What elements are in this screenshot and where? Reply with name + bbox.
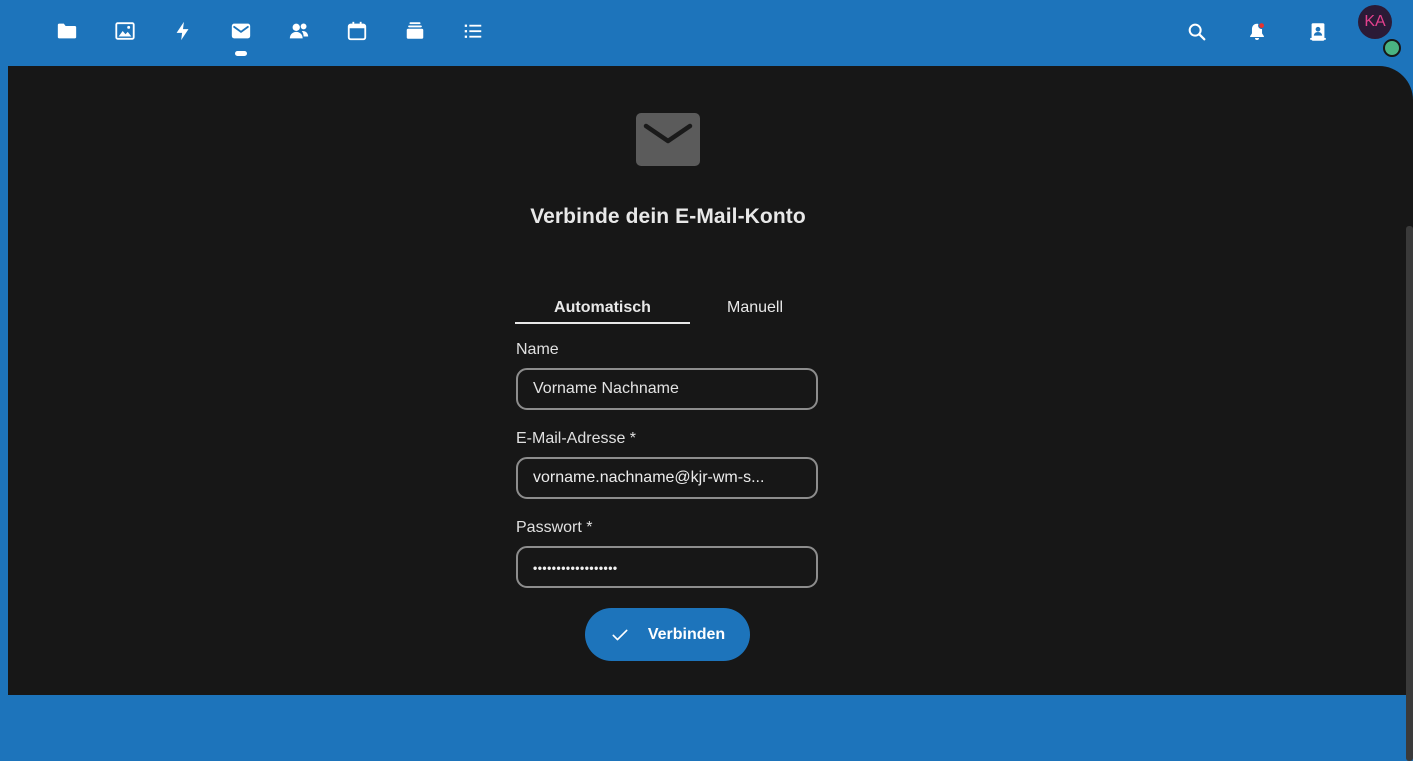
app-tasks[interactable] xyxy=(454,12,492,50)
app-deck[interactable] xyxy=(396,12,434,50)
tab-manual[interactable]: Manuell xyxy=(690,296,820,322)
checkmark-icon xyxy=(612,629,628,640)
contacts-menu-icon xyxy=(1310,23,1326,41)
app-calendar[interactable] xyxy=(338,12,376,50)
lightning-icon xyxy=(176,21,189,41)
tab-automatic[interactable]: Automatisch xyxy=(515,296,690,324)
app-mail[interactable] xyxy=(222,12,260,56)
online-status-indicator xyxy=(1383,39,1401,57)
name-field[interactable] xyxy=(516,368,818,410)
connect-button[interactable]: Verbinden xyxy=(585,608,750,661)
password-label: Passwort * xyxy=(516,519,593,536)
deck-icon xyxy=(406,22,424,39)
avatar[interactable]: KA xyxy=(1358,5,1392,39)
app-files[interactable] xyxy=(48,12,86,50)
scrollbar[interactable] xyxy=(1406,226,1413,761)
contacts-menu-button[interactable] xyxy=(1298,10,1338,54)
search-icon xyxy=(1188,23,1206,41)
page-title: Verbinde dein E-Mail-Konto xyxy=(530,205,806,228)
password-mask: •••••••••••••••••• xyxy=(533,561,618,575)
list-icon xyxy=(464,24,482,38)
email-field[interactable] xyxy=(516,457,818,499)
image-icon xyxy=(115,22,135,40)
email-label: E-Mail-Adresse * xyxy=(516,430,637,447)
top-header: KA xyxy=(0,0,1413,70)
app-photos[interactable] xyxy=(106,12,144,50)
mail-icon xyxy=(231,23,251,39)
app-activity[interactable] xyxy=(164,12,202,50)
notifications-icon xyxy=(1250,22,1266,40)
envelope-icon xyxy=(636,113,700,166)
notifications-button[interactable] xyxy=(1237,10,1277,54)
folder-icon xyxy=(57,23,77,39)
app-contacts[interactable] xyxy=(280,12,318,50)
name-label: Name xyxy=(516,341,559,358)
app-navigation xyxy=(48,12,512,56)
search-button[interactable] xyxy=(1177,10,1217,54)
calendar-icon xyxy=(347,21,367,41)
connect-button-label: Verbinden xyxy=(647,625,726,643)
contacts-icon xyxy=(289,23,309,39)
